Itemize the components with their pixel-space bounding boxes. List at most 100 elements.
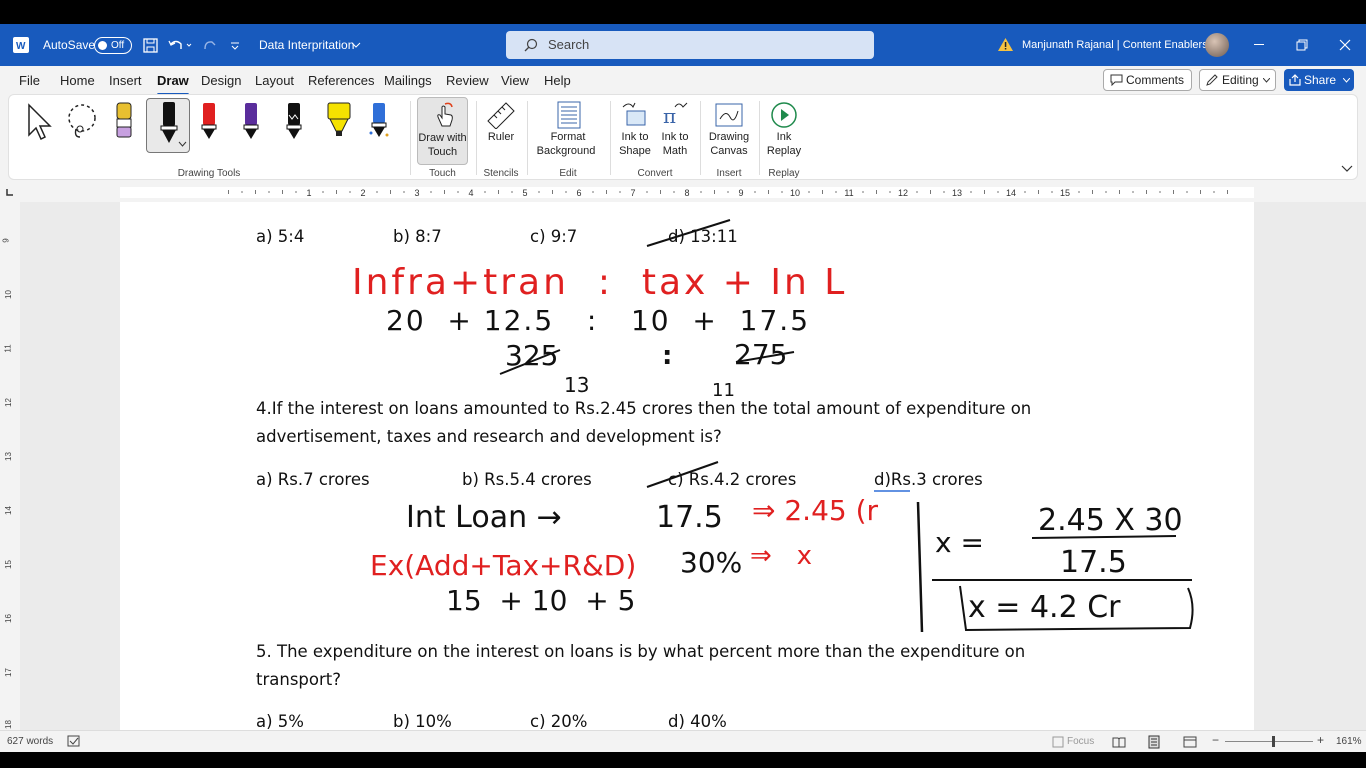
format-background-button[interactable]: Format Background (533, 97, 603, 165)
ink-sum-left: 325 (505, 339, 558, 372)
ink-to-math-button[interactable]: π Ink to Math (655, 97, 695, 165)
search-box[interactable]: Search (506, 31, 874, 59)
draw-with-touch-button[interactable]: Draw with Touch (417, 97, 468, 165)
print-layout-icon[interactable] (1148, 735, 1160, 749)
ink-replay-icon (771, 102, 797, 128)
menu-bar: File Home Insert Draw Design Layout Refe… (0, 66, 1366, 96)
pen-tool-black[interactable] (283, 101, 305, 141)
menu-view[interactable]: View (501, 73, 529, 88)
menu-references[interactable]: References (308, 73, 374, 88)
ruler-tick (876, 190, 877, 194)
ruler-tick (228, 190, 229, 194)
pen-tool-galaxy[interactable] (368, 101, 390, 141)
focus-icon (1052, 736, 1064, 748)
ruler-tick (606, 190, 607, 194)
vruler-number: 9 (1, 238, 11, 243)
touch-hand-icon (437, 102, 453, 127)
ruler-tick (1159, 191, 1161, 193)
zoom-in-button[interactable]: + (1317, 733, 1324, 747)
document-title[interactable]: Data Interpritation (259, 24, 354, 66)
pencil-icon (1206, 74, 1218, 86)
autosave-toggle[interactable]: Off (94, 37, 132, 54)
ribbon-panel: Drawing Tools Draw with Touch Touch Rule… (8, 94, 1358, 180)
document-page[interactable]: a) 5:4 b) 8:7 c) 9:7 d) 13:11 4.If the i… (120, 202, 1254, 730)
save-icon[interactable] (143, 38, 158, 53)
focus-button[interactable]: Focus (1067, 736, 1094, 747)
ruler-tick (1227, 190, 1228, 194)
ruler-tick (1200, 190, 1201, 194)
ruler-tick (754, 191, 756, 193)
pen-tool-1[interactable] (113, 101, 135, 141)
ruler-number: 13 (952, 188, 962, 198)
ruler-tick (1213, 191, 1215, 193)
web-layout-icon[interactable] (1183, 735, 1197, 749)
redo-icon[interactable] (202, 38, 218, 53)
drawing-canvas-button[interactable]: Drawing Canvas (705, 97, 753, 165)
ruler-tick (457, 191, 459, 193)
editing-button[interactable]: Editing (1199, 69, 1276, 91)
undo-icon[interactable] (168, 38, 194, 53)
ruler-number: 3 (414, 188, 419, 198)
select-arrow-icon[interactable] (25, 103, 53, 141)
ribbon-separator (476, 101, 477, 175)
share-label: Share (1304, 73, 1337, 87)
ink-to-shape-label-2: Shape (619, 145, 651, 157)
word-count[interactable]: 627 words (7, 736, 53, 747)
share-button[interactable]: Share (1284, 69, 1354, 91)
ruler-tick (538, 191, 540, 193)
divider-line (916, 501, 924, 633)
menu-file[interactable]: File (19, 73, 40, 88)
pen-tool-yellow[interactable] (326, 101, 351, 141)
menu-home[interactable]: Home (60, 73, 95, 88)
comments-button[interactable]: Comments (1103, 69, 1192, 91)
menu-help[interactable]: Help (544, 73, 571, 88)
warning-icon[interactable] (997, 37, 1014, 52)
proofing-icon[interactable] (67, 735, 81, 748)
ruler-tick (930, 190, 931, 194)
ruler-number: 11 (844, 188, 853, 198)
ink-to-shape-button[interactable]: Ink to Shape (615, 97, 655, 165)
collapse-ribbon-icon[interactable] (1341, 165, 1353, 173)
toggle-knob (98, 41, 107, 50)
ruler-number: 9 (738, 188, 743, 198)
menu-design[interactable]: Design (201, 73, 241, 88)
menu-draw[interactable]: Draw (157, 73, 189, 96)
restore-icon[interactable] (1296, 39, 1308, 51)
ruler-tick (781, 191, 783, 193)
zoom-out-button[interactable]: − (1212, 733, 1219, 747)
ribbon-separator (610, 101, 611, 175)
zoom-slider[interactable] (1225, 741, 1313, 742)
zoom-level[interactable]: 161% (1336, 736, 1362, 747)
menu-mailings[interactable]: Mailings (384, 73, 432, 88)
ruler-tick (322, 191, 324, 193)
ink-red-2-45: ⇒ 2.45 (r (752, 494, 879, 527)
format-background-icon (557, 101, 581, 129)
ruler-tick (403, 191, 405, 193)
read-mode-icon[interactable] (1112, 736, 1126, 748)
pen-tool-red[interactable] (198, 101, 220, 141)
avatar[interactable] (1205, 33, 1229, 57)
ruler-tick (1119, 190, 1120, 194)
ruler-tick (808, 191, 810, 193)
ink-replay-button[interactable]: Ink Replay (764, 97, 804, 165)
close-icon[interactable] (1339, 39, 1351, 51)
user-name[interactable]: Manjunath Rajanal | Content Enablers (1022, 24, 1208, 66)
ruler-button[interactable]: Ruler (481, 97, 521, 165)
word-app-icon: W (13, 37, 29, 53)
ruler-tick (862, 191, 864, 193)
ruler-tick (565, 191, 567, 193)
menu-layout[interactable]: Layout (255, 73, 294, 88)
minimize-icon[interactable] (1254, 44, 1265, 46)
lasso-select-icon[interactable] (64, 103, 104, 141)
ruler-tick (336, 190, 337, 194)
menu-review[interactable]: Review (446, 73, 489, 88)
pen-tool-selected[interactable] (146, 98, 190, 153)
pen-tool-purple[interactable] (240, 101, 262, 141)
ruler-tick (444, 190, 445, 194)
ribbon-separator (410, 101, 411, 175)
draw-with-touch-label-2: Touch (427, 146, 458, 158)
menu-insert[interactable]: Insert (109, 73, 142, 88)
zoom-slider-thumb[interactable] (1272, 736, 1275, 747)
ink-to-shape-label-1: Ink to (621, 131, 649, 143)
customize-toolbar-icon[interactable] (230, 40, 240, 50)
